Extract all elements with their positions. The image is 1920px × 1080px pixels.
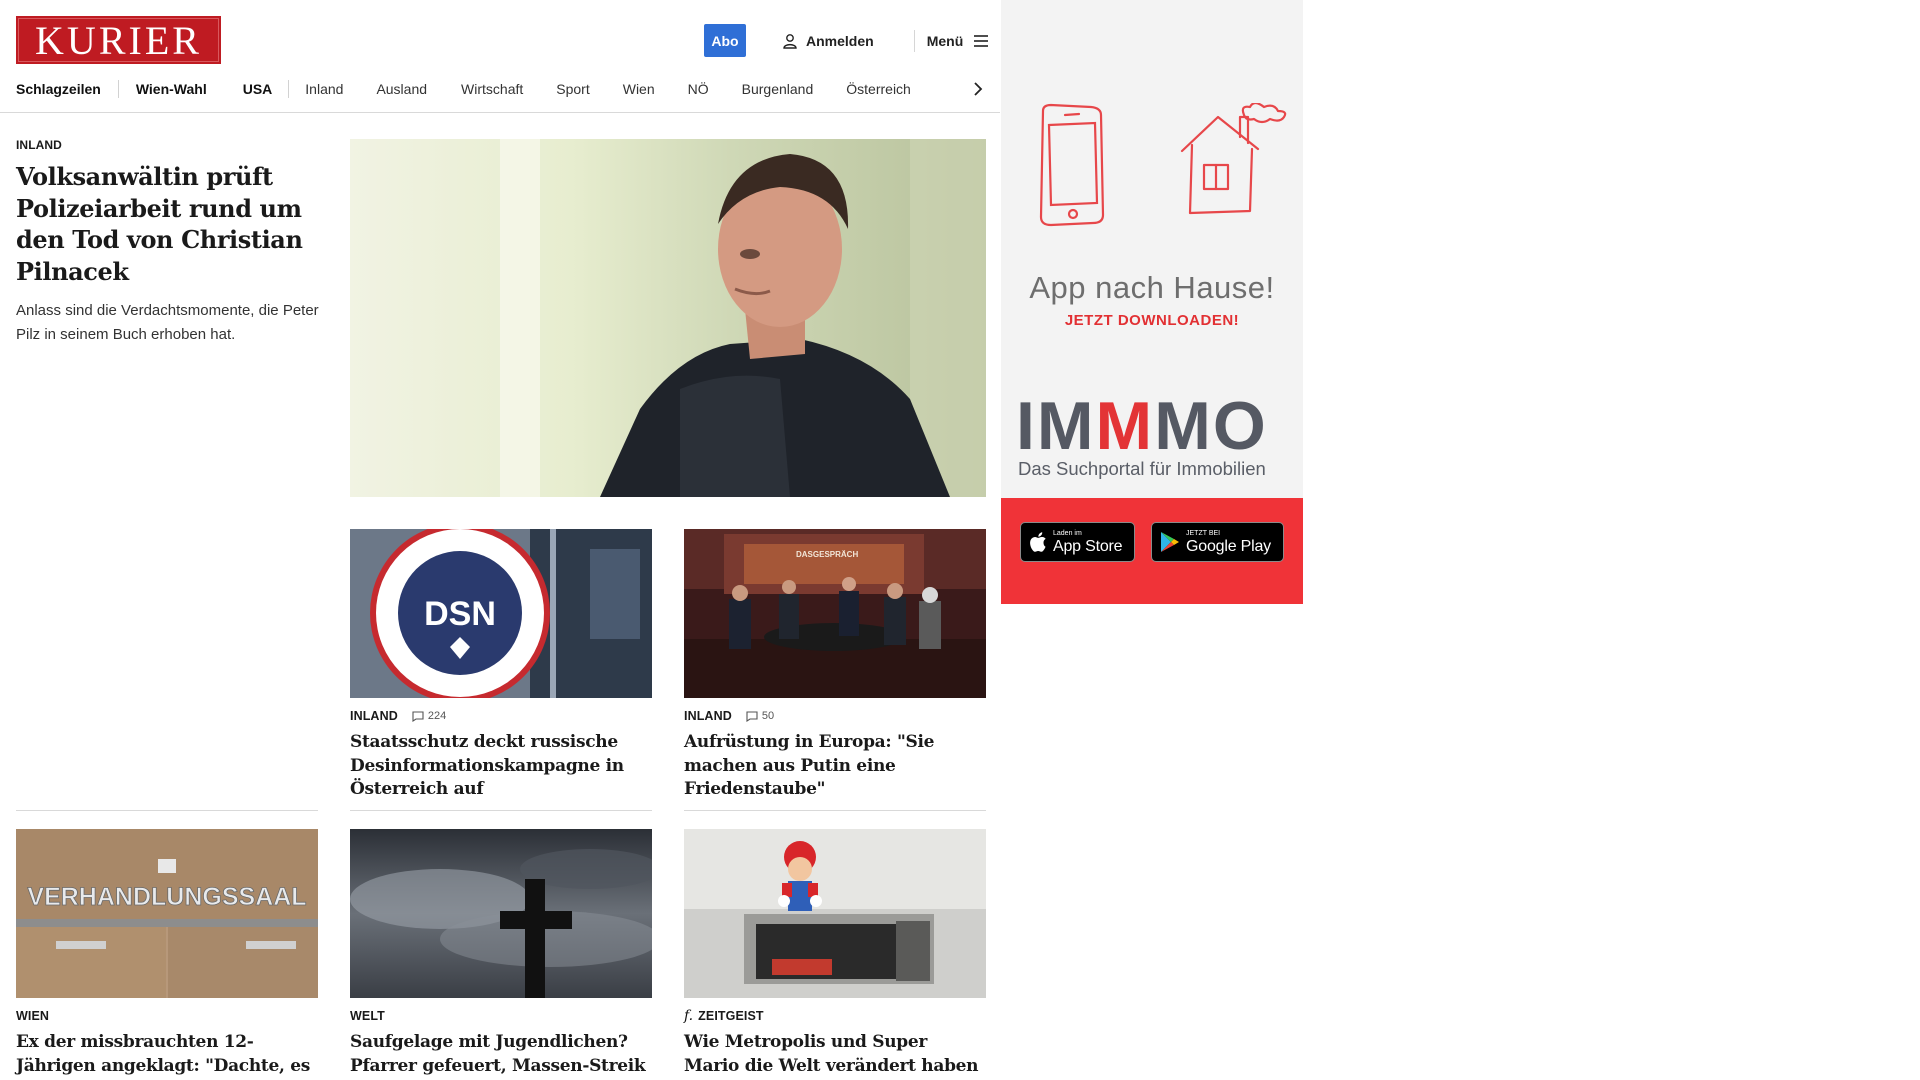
dsn-logo-text: DSN	[424, 595, 496, 633]
chevron-right-icon	[974, 82, 983, 96]
article-card[interactable]: DSN INLAND 224 Staatsschutz deckt russis…	[350, 529, 652, 802]
article-kicker: WIEN	[16, 1009, 50, 1023]
nav-item-wirtschaft[interactable]: Wirtschaft	[461, 81, 523, 97]
article-meta: f. ZEITGEIST	[684, 1008, 986, 1024]
article-kicker: INLAND	[350, 709, 398, 723]
row-rule	[684, 810, 986, 811]
nav-item-noe[interactable]: NÖ	[688, 81, 709, 97]
lead-teaser: Anlass sind die Verdachtsmomente, die Pe…	[16, 302, 319, 343]
article-card[interactable]: f. ZEITGEIST Wie Metropolis und Super Ma…	[684, 829, 986, 1078]
comment-count-value: 224	[427, 710, 447, 722]
menu-button[interactable]: Menü	[927, 33, 990, 49]
nav-item-schlagzeilen[interactable]: Schlagzeilen	[16, 81, 101, 97]
immmo-logo-part: IM	[1016, 388, 1096, 464]
nav-item-inland[interactable]: Inland	[305, 81, 343, 97]
login-button[interactable]: Anmelden	[782, 33, 874, 49]
article-photo[interactable]: DSN	[350, 529, 652, 698]
house-icon	[1180, 103, 1287, 215]
comment-icon	[746, 710, 758, 722]
ad-subline[interactable]: JETZT DOWNLOADEN!	[1001, 312, 1303, 329]
immmo-tagline: Das Suchportal für Immobilien	[1018, 458, 1266, 479]
row-rule	[16, 810, 318, 811]
article-meta: INLAND 224	[350, 708, 652, 724]
google-play-button[interactable]: JETZT BEI Google Play	[1151, 522, 1284, 562]
article-meta: WELT	[350, 1008, 652, 1024]
app-store-button[interactable]: Laden im App Store	[1020, 522, 1135, 562]
ad-banner[interactable]: App nach Hause! JETZT DOWNLOADEN! IMMMO …	[1001, 0, 1303, 604]
google-play-label: Google Play	[1186, 537, 1271, 555]
nav-item-ausland[interactable]: Ausland	[376, 81, 427, 97]
article-headline[interactable]: Ex der missbrauchten 12-Jährigen angekla…	[16, 1031, 318, 1080]
article-meta: WIEN	[16, 1008, 318, 1024]
article-photo[interactable]: VERHANDLUNGSSAAL	[16, 829, 318, 998]
cross-sky-graphic	[350, 829, 652, 998]
article-photo[interactable]: DASGESPRÄCH	[684, 529, 986, 698]
nav-item-usa[interactable]: USA	[243, 81, 273, 97]
google-play-icon	[1161, 532, 1179, 552]
comment-count[interactable]: 224	[412, 710, 446, 722]
immmo-logo-part: MO	[1154, 388, 1268, 464]
courtroom-door-graphic: VERHANDLUNGSSAAL	[16, 829, 318, 998]
article-photo[interactable]	[684, 829, 986, 998]
smartphone-icon	[1039, 103, 1105, 227]
immmo-logo: IMMMO	[1016, 392, 1268, 460]
studio-sign: DASGESPRÄCH	[796, 550, 858, 559]
tv-studio-graphic: DASGESPRÄCH	[684, 529, 986, 698]
lead-photo-graphic	[350, 139, 986, 497]
nav-scroll-right-button[interactable]	[968, 78, 988, 100]
article-headline[interactable]: Aufrüstung in Europa: "Sie machen aus Pu…	[684, 731, 986, 802]
app-store-small-label: Laden im	[1053, 529, 1082, 537]
lead-kicker: INLAND	[16, 138, 62, 152]
nav-divider	[117, 80, 119, 98]
section-nav: Schlagzeilen Wien-Wahl USA Inland Auslan…	[16, 78, 986, 100]
comment-icon	[412, 710, 424, 722]
article-kicker: INLAND	[684, 709, 732, 723]
mario-console-graphic	[684, 829, 986, 998]
header-divider	[913, 29, 915, 52]
ad-headline: App nach Hause!	[1029, 270, 1275, 305]
article-card[interactable]: VERHANDLUNGSSAAL WIEN Ex der missbraucht…	[16, 829, 318, 1080]
user-icon	[783, 33, 797, 49]
lead-article[interactable]: INLAND Volksanwältin prüft Polizeiarbeit…	[16, 138, 321, 347]
header-actions: Abo Anmelden Menü	[704, 24, 989, 57]
article-meta: INLAND 50	[684, 708, 986, 724]
article-kicker: WELT	[350, 1009, 385, 1023]
article-headline[interactable]: Saufgelage mit Jugendlichen? Pfarrer gef…	[350, 1031, 652, 1080]
article-headline[interactable]: Wie Metropolis und Super Mario die Welt …	[684, 1031, 986, 1078]
menu-label: Menü	[926, 32, 964, 49]
zeitgeist-logo-mark: f.	[684, 1008, 694, 1024]
immmo-logo-red-part: M	[1095, 388, 1155, 464]
hamburger-icon	[974, 34, 989, 47]
nav-item-wien-wahl[interactable]: Wien-Wahl	[136, 81, 207, 97]
comment-count[interactable]: 50	[746, 710, 774, 722]
nav-item-oesterreich[interactable]: Österreich	[846, 81, 911, 97]
kurier-logo[interactable]: KURIER	[16, 16, 221, 64]
dsn-photo-graphic: DSN	[350, 529, 652, 698]
article-headline[interactable]: Staatsschutz deckt russische Desinformat…	[350, 731, 652, 802]
apple-icon	[1030, 532, 1046, 552]
google-play-small-label: JETZT BEI	[1186, 529, 1221, 537]
article-card[interactable]: WELT Saufgelage mit Jugendlichen? Pfarre…	[350, 829, 652, 1080]
article-card[interactable]: DASGESPRÄCH INLAND 50 Aufrüstung in Euro…	[684, 529, 986, 802]
courtroom-sign: VERHANDLUNGSSAAL	[27, 883, 306, 911]
nav-item-burgenland[interactable]: Burgenland	[742, 81, 814, 97]
login-label: Anmelden	[806, 32, 874, 49]
row-rule	[350, 810, 652, 811]
header-rule	[0, 112, 1000, 113]
article-kicker: ZEITGEIST	[698, 1009, 764, 1023]
abo-button[interactable]: Abo	[704, 24, 746, 57]
lead-photo[interactable]	[350, 139, 986, 497]
nav-item-wien[interactable]: Wien	[623, 81, 655, 97]
lead-headline[interactable]: Volksanwältin prüft Polizeiarbeit rund u…	[16, 161, 321, 287]
app-store-label: App Store	[1053, 537, 1123, 555]
comment-count-value: 50	[761, 710, 775, 722]
nav-item-sport[interactable]: Sport	[556, 81, 589, 97]
nav-divider	[288, 80, 290, 98]
site-main: KURIER Abo Anmelden Menü Schlagzeilen Wi…	[0, 0, 1000, 1080]
article-photo[interactable]	[350, 829, 652, 998]
